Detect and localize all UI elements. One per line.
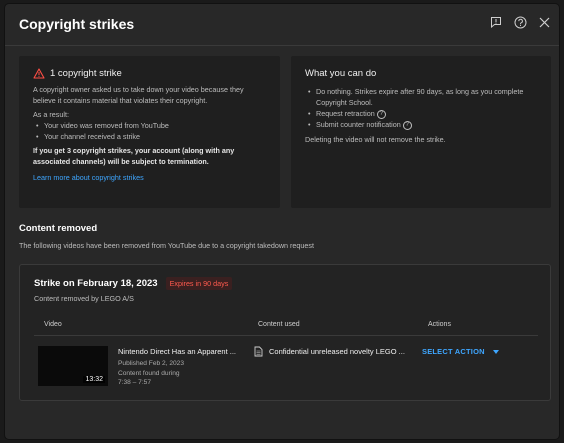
strike-description: A copyright owner asked us to take down … bbox=[33, 85, 244, 105]
feedback-icon[interactable] bbox=[489, 15, 503, 29]
option-counter-notification: Submit counter notification? bbox=[305, 119, 537, 130]
strike-count-text: 1 copyright strike bbox=[50, 68, 122, 79]
dialog-header: Copyright strikes bbox=[5, 4, 559, 46]
expires-badge: Expires in 90 days bbox=[165, 277, 233, 290]
learn-more-link[interactable]: Learn more about copyright strikes bbox=[33, 173, 144, 182]
select-action-button[interactable]: SELECT ACTION bbox=[422, 347, 499, 356]
options-list: Do nothing. Strikes expire after 90 days… bbox=[305, 86, 537, 130]
video-published: Published Feb 2, 2023 bbox=[118, 360, 184, 367]
strike-count-heading: 1 copyright strike bbox=[33, 68, 266, 79]
copyright-strikes-dialog: Copyright strikes 1 copyright strike A c… bbox=[5, 4, 559, 439]
option-do-nothing: Do nothing. Strikes expire after 90 days… bbox=[305, 86, 537, 108]
request-retraction-label[interactable]: Request retraction bbox=[316, 109, 375, 118]
divider bbox=[34, 335, 538, 336]
help-icon[interactable] bbox=[513, 15, 527, 29]
select-action-label: SELECT ACTION bbox=[422, 347, 485, 356]
strike-date: Strike on February 18, 2023 bbox=[34, 278, 158, 289]
content-found-label: Content found during bbox=[118, 370, 180, 377]
result-label: As a result: bbox=[33, 110, 69, 119]
dialog-title: Copyright strikes bbox=[19, 16, 135, 32]
help-icon[interactable]: ? bbox=[402, 120, 412, 130]
video-duration: 13:32 bbox=[83, 376, 105, 383]
list-item: Your video was removed from YouTube bbox=[33, 120, 266, 131]
strike-card: Strike on February 18, 2023 Expires in 9… bbox=[19, 264, 551, 401]
column-header-actions: Actions bbox=[428, 321, 451, 328]
close-icon[interactable] bbox=[537, 15, 551, 29]
content-removed-subtitle: The following videos have been removed f… bbox=[19, 241, 315, 250]
content-used-text: Confidential unreleased novelty LEGO ... bbox=[269, 347, 405, 356]
strike-title-row: Strike on February 18, 2023 Expires in 9… bbox=[34, 277, 233, 290]
removed-by-text: Content removed by LEGO A/S bbox=[34, 294, 134, 303]
counter-notification-label[interactable]: Submit counter notification bbox=[316, 120, 401, 129]
what-you-can-do-card: What you can do Do nothing. Strikes expi… bbox=[291, 56, 551, 208]
strike-summary-card: 1 copyright strike A copyright owner ask… bbox=[19, 56, 280, 208]
result-list: Your video was removed from YouTube Your… bbox=[33, 120, 266, 142]
option-request-retraction: Request retraction? bbox=[305, 108, 537, 119]
termination-warning: If you get 3 copyright strikes, your acc… bbox=[33, 146, 235, 166]
document-icon bbox=[254, 346, 263, 357]
help-icon[interactable]: ? bbox=[376, 109, 386, 119]
content-used-cell: Confidential unreleased novelty LEGO ... bbox=[254, 346, 405, 357]
video-thumbnail[interactable]: 13:32 bbox=[38, 346, 108, 386]
warning-icon bbox=[33, 68, 45, 79]
content-removed-title: Content removed bbox=[19, 223, 98, 234]
header-actions bbox=[489, 15, 551, 29]
what-you-can-do-heading: What you can do bbox=[305, 68, 377, 79]
caret-down-icon bbox=[492, 349, 499, 354]
column-header-content-used: Content used bbox=[258, 321, 300, 328]
video-title[interactable]: Nintendo Direct Has an Apparent ... bbox=[118, 347, 248, 356]
column-header-video: Video bbox=[44, 321, 62, 328]
content-found-range: 7:38 – 7:57 bbox=[118, 379, 151, 386]
list-item: Your channel received a strike bbox=[33, 131, 266, 142]
delete-note: Deleting the video will not remove the s… bbox=[305, 135, 446, 144]
